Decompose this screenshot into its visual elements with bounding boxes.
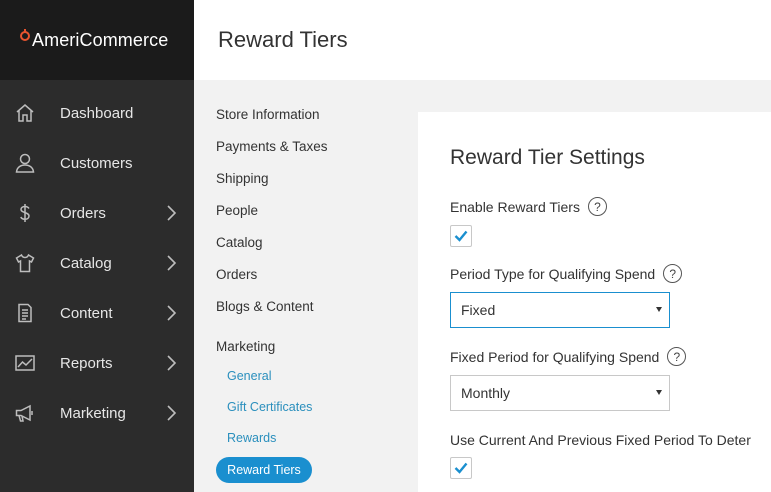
sidebar-item-orders[interactable]: Orders <box>0 188 194 238</box>
subnav-child-rewards[interactable]: Rewards <box>227 431 276 445</box>
main-sidebar: AmeriCommerce Dashboard Customers Orders <box>0 0 194 492</box>
checkmark-icon <box>454 462 468 474</box>
brand-logo[interactable]: AmeriCommerce <box>0 0 194 80</box>
field-label-text: Enable Reward Tiers <box>450 198 580 215</box>
sidebar-item-label: Reports <box>60 354 113 372</box>
field-label-text: Period Type for Qualifying Spend <box>450 265 656 282</box>
sidebar-item-label: Dashboard <box>60 104 134 122</box>
use-current-period-label: Use Current And Previous Fixed Period To… <box>450 432 751 448</box>
subnav-item-marketing[interactable]: Marketing <box>216 339 275 354</box>
period-type-select[interactable]: Fixed <box>450 292 670 328</box>
shirt-icon <box>13 251 37 275</box>
subnav-item-orders[interactable]: Orders <box>216 267 257 282</box>
sidebar-item-reports[interactable]: Reports <box>0 338 194 388</box>
sidebar-item-label: Customers <box>60 154 133 172</box>
section-title: Reward Tier Settings <box>450 146 645 169</box>
sidebar-item-label: Orders <box>60 204 106 222</box>
enable-reward-tiers-label: Enable Reward Tiers ? <box>450 197 607 216</box>
chevron-right-icon <box>165 204 177 222</box>
select-value: Monthly <box>461 385 511 401</box>
sidebar-item-catalog[interactable]: Catalog <box>0 238 194 288</box>
brand-name: AmeriCommerce <box>32 29 169 50</box>
caret-down-icon <box>656 307 662 312</box>
brand-mark-icon <box>20 29 30 41</box>
subnav-item-shipping[interactable]: Shipping <box>216 171 269 186</box>
home-icon <box>13 101 37 125</box>
use-current-period-checkbox[interactable] <box>450 457 472 479</box>
sidebar-item-label: Content <box>60 304 113 322</box>
sidebar-item-customers[interactable]: Customers <box>0 138 194 188</box>
fixed-period-label: Fixed Period for Qualifying Spend ? <box>450 347 687 366</box>
field-label-text: Fixed Period for Qualifying Spend <box>450 348 660 365</box>
subnav-item-payments-taxes[interactable]: Payments & Taxes <box>216 139 328 154</box>
megaphone-icon <box>13 401 37 425</box>
select-value: Fixed <box>461 302 496 318</box>
subnav-item-store-information[interactable]: Store Information <box>216 107 320 122</box>
field-label-text: Use Current And Previous Fixed Period To… <box>450 432 751 448</box>
help-icon[interactable]: ? <box>663 264 683 283</box>
settings-subnav: Store Information Payments & Taxes Shipp… <box>194 80 418 492</box>
settings-panel: Reward Tier Settings Enable Reward Tiers… <box>418 112 771 492</box>
period-type-label: Period Type for Qualifying Spend ? <box>450 264 683 283</box>
sidebar-item-label: Catalog <box>60 254 112 272</box>
chevron-right-icon <box>165 304 177 322</box>
sidebar-nav: Dashboard Customers Orders Catalog Conte… <box>0 80 194 438</box>
subnav-child-reward-tiers[interactable]: Reward Tiers <box>216 457 312 483</box>
fixed-period-select[interactable]: Monthly <box>450 375 670 411</box>
user-icon <box>13 151 37 175</box>
caret-down-icon <box>656 390 662 395</box>
sidebar-item-content[interactable]: Content <box>0 288 194 338</box>
help-icon[interactable]: ? <box>667 347 687 366</box>
chevron-right-icon <box>165 354 177 372</box>
chart-icon <box>13 351 37 375</box>
document-icon <box>13 301 37 325</box>
dollar-icon <box>13 201 37 225</box>
sidebar-item-label: Marketing <box>60 404 126 422</box>
checkmark-icon <box>454 230 468 242</box>
subnav-item-people[interactable]: People <box>216 203 258 218</box>
chevron-right-icon <box>165 404 177 422</box>
subnav-item-blogs-content[interactable]: Blogs & Content <box>216 299 314 314</box>
subnav-child-general[interactable]: General <box>227 369 271 383</box>
help-icon[interactable]: ? <box>587 197 607 216</box>
sidebar-item-marketing[interactable]: Marketing <box>0 388 194 438</box>
subnav-child-gift-certificates[interactable]: Gift Certificates <box>227 400 312 414</box>
sidebar-item-dashboard[interactable]: Dashboard <box>0 88 194 138</box>
subnav-item-catalog[interactable]: Catalog <box>216 235 263 250</box>
page-title: Reward Tiers <box>218 27 348 52</box>
chevron-right-icon <box>165 254 177 272</box>
enable-reward-tiers-checkbox[interactable] <box>450 225 472 247</box>
page-header: Reward Tiers <box>194 0 771 80</box>
